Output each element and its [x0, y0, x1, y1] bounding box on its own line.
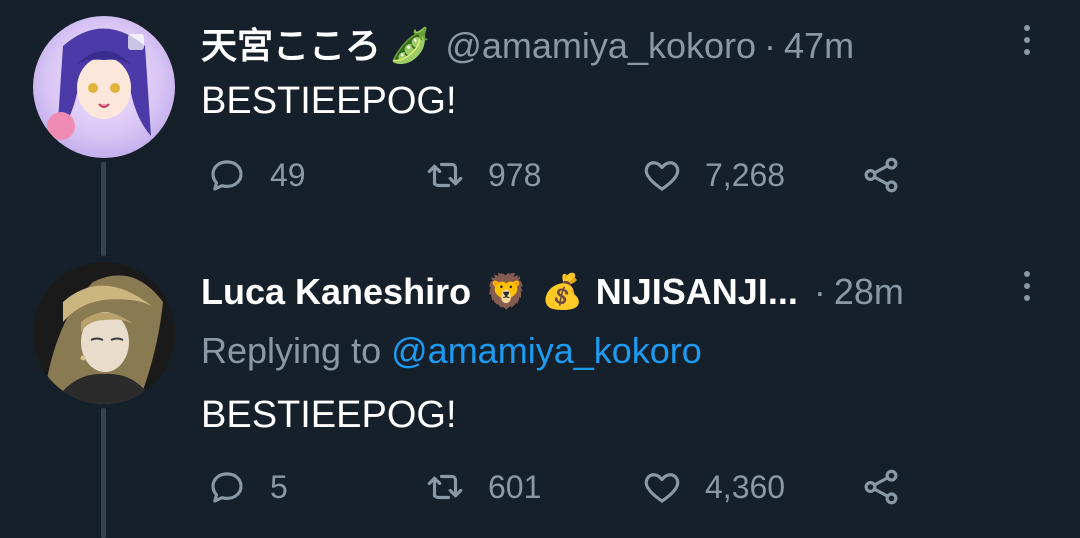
reply-icon	[211, 160, 243, 191]
retweet-button[interactable]: 601	[424, 466, 541, 508]
retweet-count: 601	[488, 468, 542, 505]
tweet-2[interactable]: Luca Kaneshiro 🦁 💰 NIJISANJI... · 28m Re…	[0, 250, 1080, 538]
reply-icon	[211, 472, 243, 503]
lion-emoji: 🦁	[485, 272, 528, 312]
retweet-icon	[427, 162, 463, 188]
share-icon	[864, 469, 898, 505]
like-count: 4,360	[705, 468, 786, 505]
share-icon	[864, 157, 898, 193]
money-bag-emoji: 💰	[541, 272, 584, 312]
mention-link[interactable]: @amamiya_kokoro	[391, 330, 702, 371]
more-icon[interactable]	[1022, 25, 1032, 55]
avatar[interactable]	[33, 16, 175, 158]
replying-to: Replying to @amamiya_kokoro	[201, 330, 702, 372]
display-name[interactable]: Luca Kaneshiro	[201, 270, 471, 314]
retweet-icon	[427, 474, 463, 500]
like-button[interactable]: 4,360	[641, 466, 785, 508]
tweet-header: Luca Kaneshiro 🦁 💰 NIJISANJI... · 28m	[201, 270, 904, 314]
like-count: 7,268	[705, 156, 786, 193]
avatar[interactable]	[33, 262, 175, 404]
retweet-count: 978	[488, 156, 542, 193]
user-handle[interactable]: @amamiya_kokoro	[445, 24, 756, 68]
more-icon[interactable]	[1022, 271, 1032, 301]
separator-dot: ·	[813, 271, 826, 312]
reply-button[interactable]: 49	[206, 154, 306, 196]
tweet-1[interactable]: 天宮こころ 🫛 @amamiya_kokoro · 47m BESTIEEPOG…	[0, 0, 1080, 250]
tweet-text: BESTIEEPOG!	[201, 80, 457, 122]
share-button[interactable]	[860, 466, 902, 508]
like-button[interactable]: 7,268	[641, 154, 785, 196]
reply-button[interactable]: 5	[206, 466, 288, 508]
retweet-button[interactable]: 978	[424, 154, 541, 196]
tweet-text: BESTIEEPOG!	[201, 394, 457, 436]
share-button[interactable]	[860, 154, 902, 196]
timestamp[interactable]: 28m	[834, 270, 904, 314]
like-icon	[644, 161, 680, 191]
reply-count: 49	[270, 156, 306, 193]
replying-prefix: Replying to	[201, 330, 382, 371]
avatar-image	[33, 262, 175, 404]
tweet-actions: 5 601 4,360	[0, 466, 1080, 514]
display-name-suffix[interactable]: NIJISANJI...	[596, 270, 798, 314]
timestamp[interactable]: 47m	[784, 24, 854, 68]
tweet-actions: 49 978 7,268	[0, 154, 1080, 202]
pea-pod-emoji: 🫛	[389, 26, 432, 66]
display-name[interactable]: 天宮こころ	[201, 24, 381, 68]
reply-count: 5	[270, 468, 288, 505]
like-icon	[644, 473, 680, 503]
tweet-header: 天宮こころ 🫛 @amamiya_kokoro · 47m	[201, 24, 854, 68]
separator-dot: ·	[764, 25, 777, 66]
avatar-image	[33, 16, 175, 158]
